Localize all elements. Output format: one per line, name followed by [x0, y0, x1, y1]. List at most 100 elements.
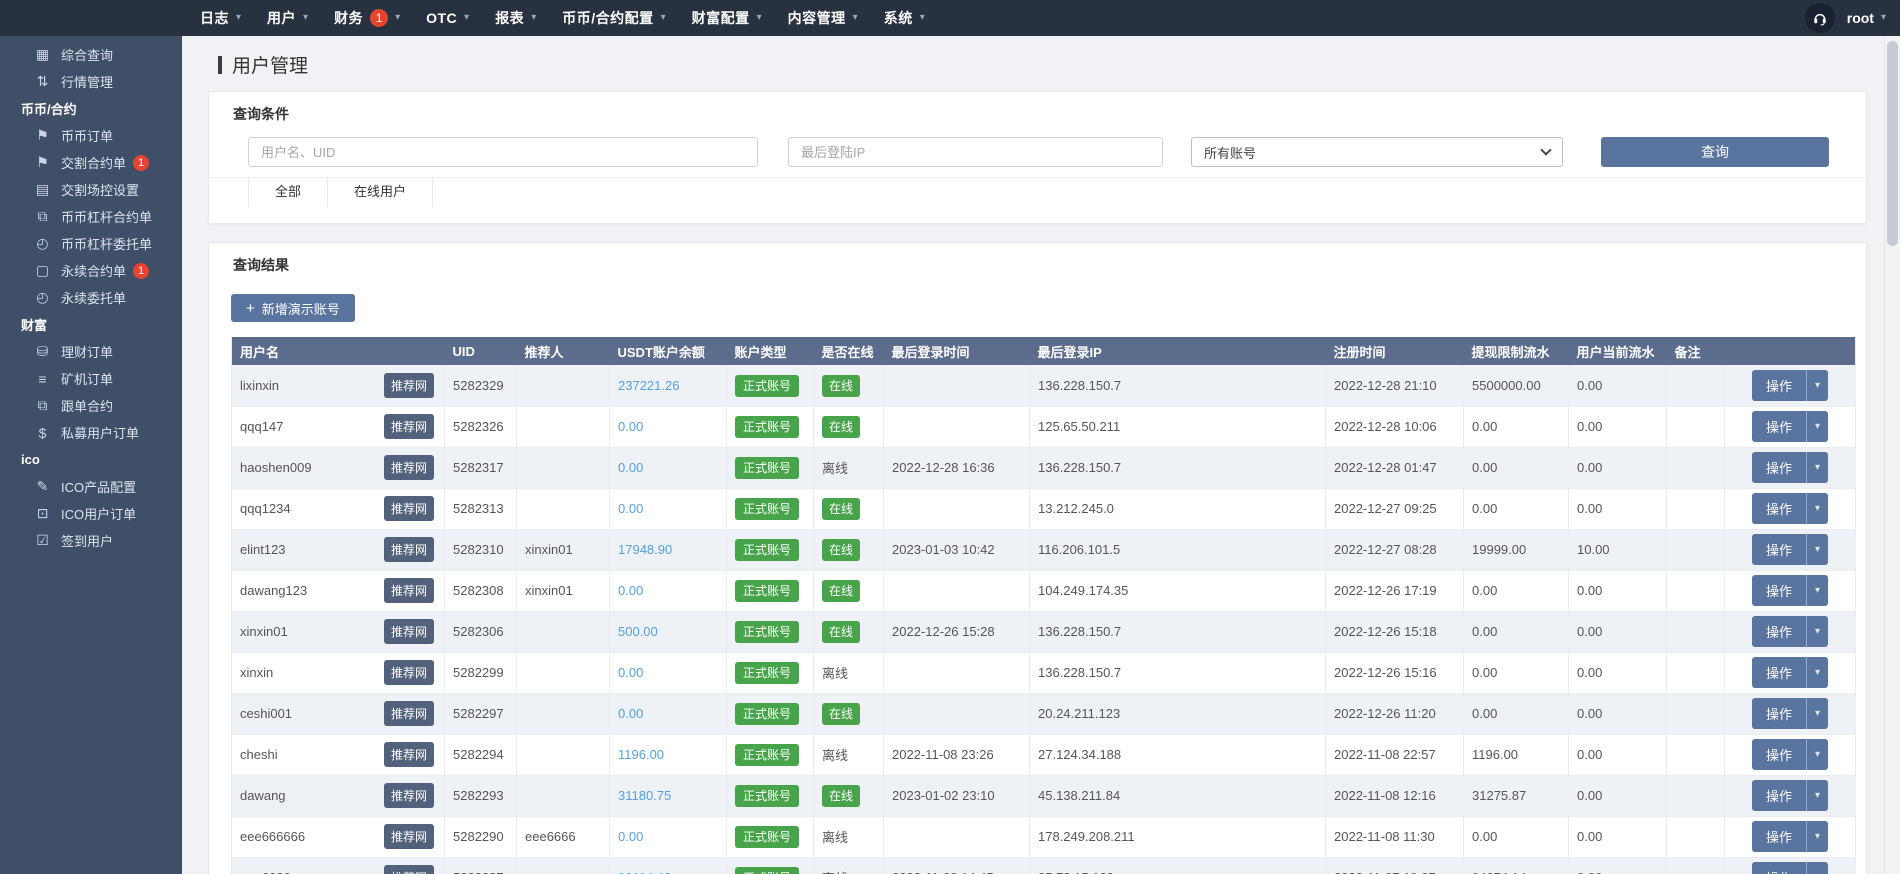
top-menu-item-用户[interactable]: 用户▾ [254, 0, 321, 36]
sidebar-item-币币杠杆委托单[interactable]: ◴币币杠杆委托单 [0, 230, 182, 257]
action-button-label[interactable]: 操作 [1752, 575, 1806, 606]
action-split-button[interactable]: 操作▾ [1752, 739, 1828, 770]
caret-down-icon[interactable]: ▾ [1806, 862, 1828, 874]
referral-network-badge[interactable]: 推荐网 [384, 373, 434, 398]
caret-down-icon[interactable]: ▾ [1806, 657, 1828, 688]
sidebar-item-ICO产品配置[interactable]: ✎ICO产品配置 [0, 473, 182, 500]
balance-link[interactable]: 0.00 [618, 829, 643, 844]
last-login-ip-input[interactable] [788, 137, 1163, 167]
action-button-label[interactable]: 操作 [1752, 862, 1806, 874]
balance-link[interactable]: 0.00 [618, 460, 643, 475]
caret-down-icon[interactable]: ▾ [1806, 452, 1828, 483]
top-menu-item-财富配置[interactable]: 财富配置▾ [679, 0, 775, 36]
scrollbar-thumb[interactable] [1887, 41, 1898, 246]
referral-network-badge[interactable]: 推荐网 [384, 414, 434, 439]
page-scrollbar[interactable] [1884, 36, 1900, 874]
sidebar-item-行情管理[interactable]: ⇅行情管理 [0, 68, 182, 95]
top-menu-item-OTC[interactable]: OTC▾ [413, 0, 482, 36]
action-button-label[interactable]: 操作 [1752, 739, 1806, 770]
action-button-label[interactable]: 操作 [1752, 493, 1806, 524]
balance-link[interactable]: 90114.48 [618, 870, 671, 874]
caret-down-icon[interactable]: ▾ [1806, 534, 1828, 565]
top-menu-item-报表[interactable]: 报表▾ [482, 0, 549, 36]
action-split-button[interactable]: 操作▾ [1752, 616, 1828, 647]
balance-link[interactable]: 0.00 [618, 706, 643, 721]
username-uid-input[interactable] [248, 137, 758, 167]
top-menu-item-日志[interactable]: 日志▾ [187, 0, 254, 36]
action-split-button[interactable]: 操作▾ [1752, 575, 1828, 606]
user-menu[interactable]: root ▾ [1847, 10, 1886, 26]
sidebar-item-交割合约单[interactable]: ⚑交割合约单1 [0, 149, 182, 176]
top-menu-item-系统[interactable]: 系统▾ [871, 0, 938, 36]
referral-network-badge[interactable]: 推荐网 [384, 742, 434, 767]
balance-link[interactable]: 1196.00 [618, 747, 664, 762]
caret-down-icon[interactable]: ▾ [1806, 780, 1828, 811]
action-button-label[interactable]: 操作 [1752, 616, 1806, 647]
balance-link[interactable]: 0.00 [618, 665, 643, 680]
referral-network-badge[interactable]: 推荐网 [384, 660, 434, 685]
referral-network-badge[interactable]: 推荐网 [384, 824, 434, 849]
balance-link[interactable]: 500.00 [618, 624, 658, 639]
action-button-label[interactable]: 操作 [1752, 657, 1806, 688]
referral-network-badge[interactable]: 推荐网 [384, 455, 434, 480]
sidebar-item-ICO用户订单[interactable]: ⊡ICO用户订单 [0, 500, 182, 527]
referral-network-badge[interactable]: 推荐网 [384, 783, 434, 808]
action-split-button[interactable]: 操作▾ [1752, 534, 1828, 565]
sidebar-item-永续合约单[interactable]: ▢永续合约单1 [0, 257, 182, 284]
action-split-button[interactable]: 操作▾ [1752, 657, 1828, 688]
caret-down-icon[interactable]: ▾ [1806, 370, 1828, 401]
balance-link[interactable]: 237221.26 [618, 378, 679, 393]
action-button-label[interactable]: 操作 [1752, 821, 1806, 852]
top-menu-item-币币/合约配置[interactable]: 币币/合约配置▾ [549, 0, 678, 36]
balance-link[interactable]: 0.00 [618, 501, 643, 516]
referral-network-badge[interactable]: 推荐网 [384, 578, 434, 603]
caret-down-icon[interactable]: ▾ [1806, 821, 1828, 852]
sidebar-item-跟单合约[interactable]: ⧉跟单合约 [0, 392, 182, 419]
sidebar-item-交割场控设置[interactable]: ▤交割场控设置 [0, 176, 182, 203]
sidebar-item-私募用户订单[interactable]: $私募用户订单 [0, 419, 182, 446]
sidebar-item-永续委托单[interactable]: ◴永续委托单 [0, 284, 182, 311]
sidebar-item-币币订单[interactable]: ⚑币币订单 [0, 122, 182, 149]
sidebar-item-币币杠杆合约单[interactable]: ⧉币币杠杆合约单 [0, 203, 182, 230]
action-split-button[interactable]: 操作▾ [1752, 862, 1828, 874]
caret-down-icon[interactable]: ▾ [1806, 411, 1828, 442]
balance-link[interactable]: 31180.75 [618, 788, 671, 803]
balance-link[interactable]: 0.00 [618, 419, 643, 434]
action-button-label[interactable]: 操作 [1752, 411, 1806, 442]
sidebar-item-签到用户[interactable]: ☑签到用户 [0, 527, 182, 554]
balance-link[interactable]: 17948.90 [618, 542, 672, 557]
action-button-label[interactable]: 操作 [1752, 698, 1806, 729]
top-menu-item-财务[interactable]: 财务1▾ [321, 0, 413, 36]
referral-network-badge[interactable]: 推荐网 [384, 537, 434, 562]
top-menu-item-内容管理[interactable]: 内容管理▾ [775, 0, 871, 36]
add-demo-account-button[interactable]: + 新增演示账号 [231, 294, 355, 322]
caret-down-icon[interactable]: ▾ [1806, 575, 1828, 606]
account-type-select[interactable]: 所有账号 [1191, 137, 1563, 167]
balance-link[interactable]: 0.00 [618, 583, 643, 598]
tab-在线用户[interactable]: 在线用户 [328, 178, 433, 207]
search-button[interactable]: 查询 [1601, 137, 1829, 167]
sidebar-item-理财订单[interactable]: ⛁理财订单 [0, 338, 182, 365]
sidebar-item-综合查询[interactable]: ▦综合查询 [0, 41, 182, 68]
referral-network-badge[interactable]: 推荐网 [384, 865, 434, 874]
referral-network-badge[interactable]: 推荐网 [384, 701, 434, 726]
referral-network-badge[interactable]: 推荐网 [384, 496, 434, 521]
action-split-button[interactable]: 操作▾ [1752, 493, 1828, 524]
action-split-button[interactable]: 操作▾ [1752, 780, 1828, 811]
referral-network-badge[interactable]: 推荐网 [384, 619, 434, 644]
action-split-button[interactable]: 操作▾ [1752, 452, 1828, 483]
caret-down-icon[interactable]: ▾ [1806, 739, 1828, 770]
action-button-label[interactable]: 操作 [1752, 370, 1806, 401]
action-button-label[interactable]: 操作 [1752, 534, 1806, 565]
action-button-label[interactable]: 操作 [1752, 780, 1806, 811]
avatar[interactable] [1805, 3, 1835, 33]
action-split-button[interactable]: 操作▾ [1752, 821, 1828, 852]
action-button-label[interactable]: 操作 [1752, 452, 1806, 483]
tab-全部[interactable]: 全部 [248, 178, 328, 207]
action-split-button[interactable]: 操作▾ [1752, 698, 1828, 729]
action-split-button[interactable]: 操作▾ [1752, 370, 1828, 401]
action-split-button[interactable]: 操作▾ [1752, 411, 1828, 442]
caret-down-icon[interactable]: ▾ [1806, 493, 1828, 524]
sidebar-item-矿机订单[interactable]: ≡矿机订单 [0, 365, 182, 392]
caret-down-icon[interactable]: ▾ [1806, 616, 1828, 647]
